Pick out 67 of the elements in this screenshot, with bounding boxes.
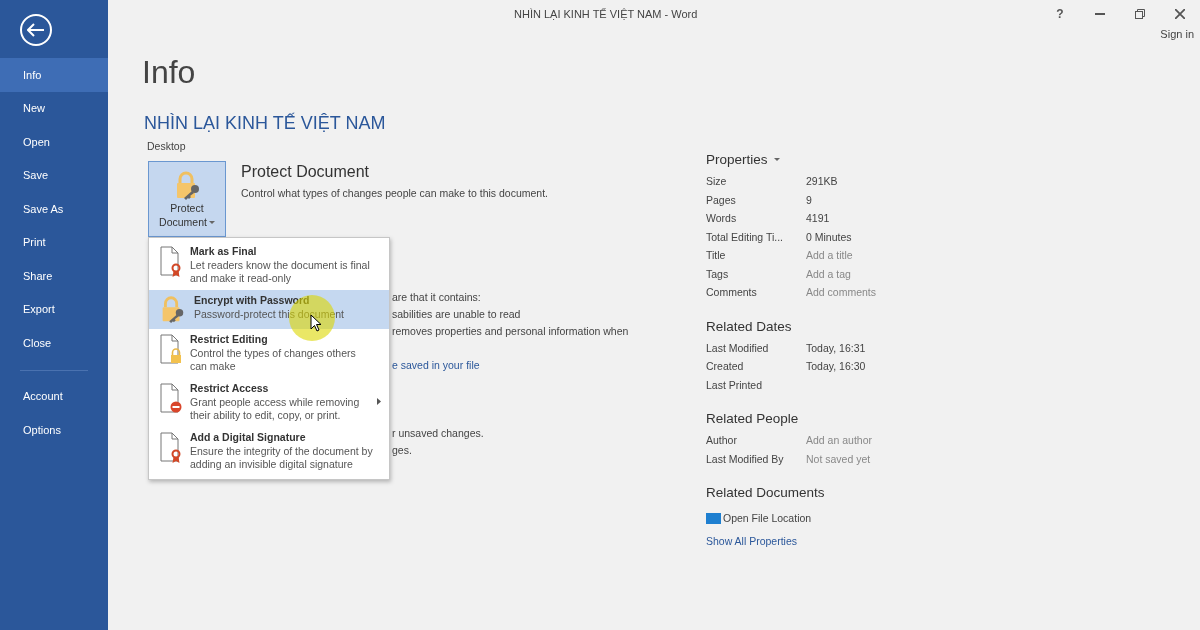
section-description: Control what types of changes people can make to this document. [241,187,548,199]
property-value: 291KB [806,175,838,188]
document-ribbon-icon [157,431,183,465]
sidebar-item[interactable]: Save [0,158,108,192]
section-heading: Related Dates [706,318,793,334]
open-file-location-link[interactable]: Open File Location [706,508,936,528]
property-label: Title [706,249,727,262]
property-label: Last Printed [706,378,764,391]
document-title: NHÌN LẠI KINH TẾ VIỆT NAM [144,113,387,134]
minimize-icon [1095,13,1105,15]
section-text: removes properties and personal information when [392,324,630,339]
property-value: 4191 [806,212,830,225]
property-value: Today, 16:31 [806,341,866,354]
sidebar-item[interactable]: Open [0,125,108,159]
property-label: Pages [706,193,737,206]
property-label: Last Modified [706,341,770,354]
section-heading: Related Documents [706,485,826,500]
submenu-arrow-icon [377,398,381,405]
dropdown-caret-icon [208,221,215,226]
restore-icon [1135,9,1145,19]
section-heading: Related People [706,411,800,426]
back-button[interactable] [20,14,52,46]
sidebar-item[interactable]: Share [0,259,108,293]
sidebar-item[interactable]: Save As [0,192,108,226]
section-title: Protect Document [241,163,371,181]
document-ribbon-icon [157,245,183,279]
folder-icon [706,512,721,524]
menu-item[interactable]: Restrict Editing Control the types of changes others can make [149,329,389,378]
section-text: are that it contains: [392,290,482,305]
property-value: Today, 16:30 [806,360,866,373]
property-label: Author [706,434,738,447]
property-label: Total Editing Ti... [706,230,785,243]
page-heading: Info [142,54,197,91]
property-label: Tags [706,267,730,280]
sidebar-item[interactable]: Export [0,292,108,326]
sidebar-item[interactable]: New [0,91,108,125]
document-lock-icon [157,333,183,367]
properties-heading[interactable]: Properties [706,152,936,167]
document-no-entry-icon [157,382,183,416]
property-label: Last Modified By [706,452,785,465]
section-link[interactable]: e saved in your file [392,357,706,374]
protect-document-button[interactable]: Protect Document [148,161,226,237]
section-text: ges. [392,443,413,458]
help-button[interactable]: ? [1040,4,1080,24]
close-icon [1175,9,1185,19]
property-value: 0 Minutes [806,230,852,243]
back-arrow-icon [27,23,45,37]
sidebar-item[interactable]: Account [0,379,108,413]
menu-item[interactable]: Restrict Access Grant people access while removing their ability to edit, copy, or print. [149,378,389,427]
sidebar-item[interactable]: Close [0,326,108,360]
sidebar-item[interactable]: Print [0,225,108,259]
menu-item[interactable]: Add a Digital Signature Ensure the integrity of the document by adding an invisible digital signature [149,427,389,476]
property-label: Comments [706,286,758,299]
section-text: r unsaved changes. [392,426,485,441]
sign-in-link[interactable]: Sign in [1160,28,1194,40]
section-text: sabilities are unable to read [392,307,522,322]
property-label: Created [706,360,745,373]
property-label: Words [706,212,738,225]
dropdown-caret-icon [773,157,780,162]
window-title: NHÌN LẠI KINH TẾ VIỆT NAM - Word [514,8,698,20]
sidebar-item[interactable]: Info [0,58,108,92]
sidebar-item[interactable]: Options [0,413,108,447]
menu-item[interactable]: Mark as Final Let readers know the document is final and make it read-only [149,241,389,290]
property-label: Size [706,175,728,188]
property-value: 9 [806,193,812,206]
show-all-properties-link[interactable]: Show All Properties [706,531,936,551]
document-location: Desktop [147,140,187,152]
